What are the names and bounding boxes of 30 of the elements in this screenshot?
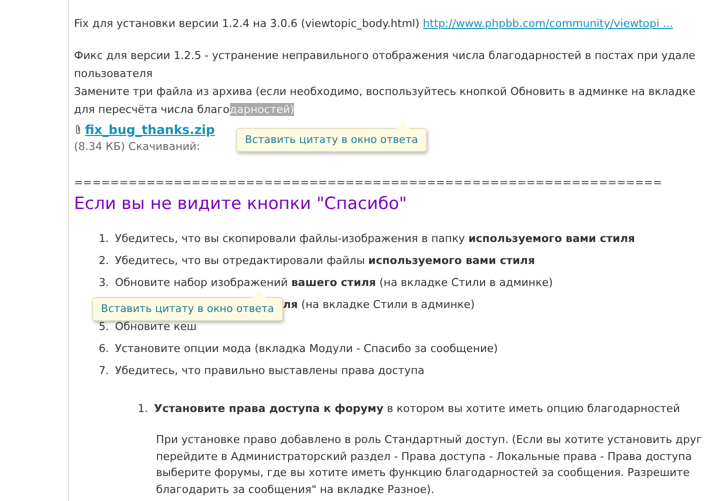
section-heading: Если вы не видите кнопки "Спасибо" [74, 193, 408, 216]
description-line: Фикс для версии 1.2.5 - устранение неправильного отображения числа благодарностей в постах при удале [74, 48, 696, 64]
step-text: Обновите набор изображений вашего стиля (на вкладке Стили в админке) [115, 275, 553, 291]
paperclip-icon [74, 124, 82, 134]
list-number: 5. [98, 319, 109, 335]
separator-text: ================================================================= [74, 176, 664, 190]
description-line: пользователя [74, 66, 153, 82]
description-line: Замените три файла из архива (если необходимо, воспользуйтесь кнопкой Обновить в админке на вкладке [74, 84, 696, 100]
step-text: Убедитесь, что вы скопировали файлы-изображения в папку используемого вами стиля [115, 231, 635, 247]
step-text: Обновите кеш [115, 319, 197, 335]
note-line: При установке право добавлено в роль Стандартный доступ. (Если вы хотите установить друг [156, 432, 702, 448]
step-text: Убедитесь, что вы отредактировали файлы используемого вами стиля [115, 253, 535, 269]
step-text: Убедитесь, что правильно выставлены права доступа [115, 363, 424, 379]
step-text: Установите права доступа к форуму в котором вы хотите иметь опцию благодарностей [154, 401, 680, 417]
step-text: ля (на вкладке Стили в админке) [283, 297, 475, 313]
list-number: 1. [136, 401, 148, 417]
list-number: 1. [98, 231, 109, 247]
topic-link[interactable]: http://www.phpbb.com/community/viewtopi ... [422, 17, 674, 30]
list-number: 7. [98, 363, 109, 379]
list-number: 6. [98, 341, 109, 357]
list-number: 3. [98, 275, 109, 291]
description-line: для пересчёта числа благодарностей) [74, 102, 294, 118]
note-line: перейдите в Администраторский раздел - Права доступа - Локальные права - Права доступа [156, 448, 692, 464]
step-text: Установите опции мода (вкладка Модули - Спасибо за сообщение) [115, 341, 498, 357]
attachment-link[interactable]: fix_bug_thanks.zip [85, 122, 215, 136]
list-number: 2. [98, 253, 109, 269]
fix-note: Fix для установки версии 1.2.4 на 3.0.6 (viewtopic_body.html) http://www.phpbb.com/community/viewtopi ... [74, 16, 674, 32]
note-line: благодарить за сообщения" на вкладке Разное). [156, 482, 434, 498]
attachment-info: (8.34 КБ) Скачиваний: [74, 139, 200, 155]
note-line: выберите форумы, где вы хотите иметь функцию благодарностей за сообщения. Разрешите [156, 465, 690, 481]
